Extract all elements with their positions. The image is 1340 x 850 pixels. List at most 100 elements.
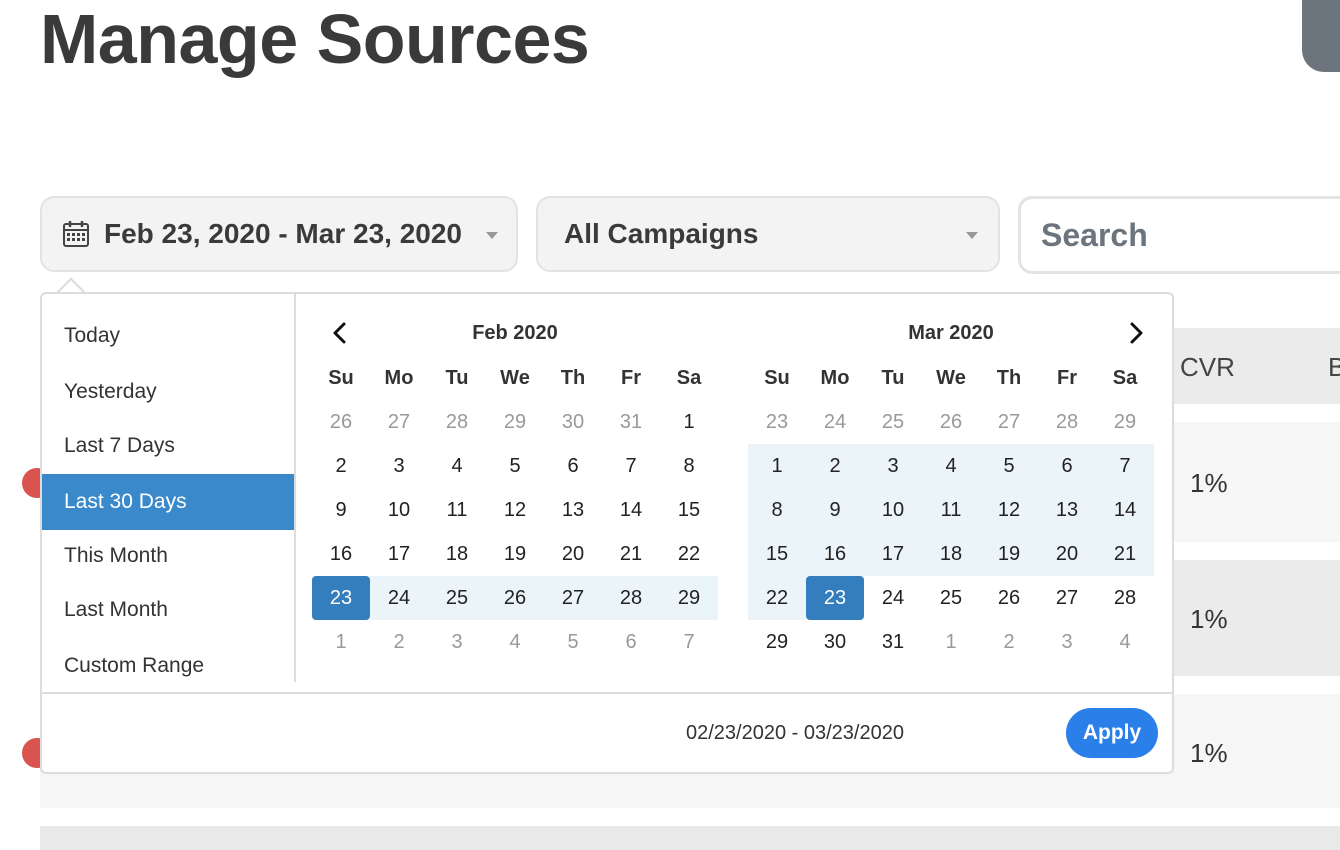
range-yesterday[interactable]: Yesterday	[42, 364, 294, 420]
calendar-day[interactable]: 28	[602, 576, 660, 620]
date-range-dropdown[interactable]: Feb 23, 2020 - Mar 23, 2020	[40, 196, 518, 272]
calendar-day[interactable]: 29	[486, 400, 544, 444]
calendar-day[interactable]: 21	[1096, 532, 1154, 576]
calendar-day[interactable]: 25	[428, 576, 486, 620]
calendar-day[interactable]: 15	[748, 532, 806, 576]
calendar-day[interactable]: 22	[660, 532, 718, 576]
range-last-30-days[interactable]: Last 30 Days	[42, 474, 294, 530]
range-custom-range[interactable]: Custom Range	[42, 638, 294, 694]
calendar-day[interactable]: 24	[806, 400, 864, 444]
calendar-day[interactable]: 12	[980, 488, 1038, 532]
calendar-day[interactable]: 16	[312, 532, 370, 576]
range-last-7-days[interactable]: Last 7 Days	[42, 418, 294, 474]
calendar-day[interactable]: 4	[428, 444, 486, 488]
calendar-day[interactable]: 28	[1096, 576, 1154, 620]
calendar-day[interactable]: 13	[544, 488, 602, 532]
calendar-day[interactable]: 4	[486, 620, 544, 664]
calendar-day[interactable]: 4	[1096, 620, 1154, 664]
calendar-day[interactable]: 20	[544, 532, 602, 576]
calendar-day[interactable]: 26	[486, 576, 544, 620]
calendar-day[interactable]: 23	[748, 400, 806, 444]
calendar-day[interactable]: 1	[312, 620, 370, 664]
calendar-day[interactable]: 3	[1038, 620, 1096, 664]
calendar-day[interactable]: 15	[660, 488, 718, 532]
calendar-day[interactable]: 1	[922, 620, 980, 664]
calendar-day[interactable]: 20	[1038, 532, 1096, 576]
calendar-day[interactable]: 19	[980, 532, 1038, 576]
calendar-day[interactable]: 29	[660, 576, 718, 620]
calendar-day[interactable]: 2	[312, 444, 370, 488]
top-right-action-button[interactable]	[1302, 0, 1340, 72]
calendar-day[interactable]: 24	[864, 576, 922, 620]
calendar-day[interactable]: 17	[864, 532, 922, 576]
calendar-day[interactable]: 7	[602, 444, 660, 488]
calendar-day[interactable]: 6	[602, 620, 660, 664]
calendar-day[interactable]: 26	[980, 576, 1038, 620]
calendar-day[interactable]: 14	[602, 488, 660, 532]
calendar-day[interactable]: 28	[428, 400, 486, 444]
calendar-day[interactable]: 26	[312, 400, 370, 444]
calendar-day[interactable]: 27	[1038, 576, 1096, 620]
calendar-day[interactable]: 8	[660, 444, 718, 488]
calendar-day[interactable]: 3	[428, 620, 486, 664]
calendar-day[interactable]: 9	[806, 488, 864, 532]
calendar-day[interactable]: 1	[748, 444, 806, 488]
calendar-day[interactable]: 17	[370, 532, 428, 576]
range-today[interactable]: Today	[42, 308, 294, 364]
campaign-select[interactable]: All Campaigns	[536, 196, 1000, 272]
calendar-day[interactable]: 10	[370, 488, 428, 532]
calendar-day[interactable]: 18	[922, 532, 980, 576]
calendar-day[interactable]: 14	[1096, 488, 1154, 532]
calendar-day[interactable]: 7	[1096, 444, 1154, 488]
calendar-day[interactable]: 5	[980, 444, 1038, 488]
calendar-day[interactable]: 10	[864, 488, 922, 532]
calendar-day[interactable]: 5	[486, 444, 544, 488]
calendar-day[interactable]: 6	[1038, 444, 1096, 488]
calendar-day[interactable]: 5	[544, 620, 602, 664]
calendar-day[interactable]: 27	[370, 400, 428, 444]
calendar-day[interactable]: 29	[748, 620, 806, 664]
calendar-day[interactable]: 25	[922, 576, 980, 620]
calendar-day[interactable]: 4	[922, 444, 980, 488]
calendar-day[interactable]: 18	[428, 532, 486, 576]
calendar-day[interactable]: 30	[806, 620, 864, 664]
calendar-day[interactable]: 23	[312, 576, 370, 620]
calendar-day[interactable]: 29	[1096, 400, 1154, 444]
calendar-day[interactable]: 26	[922, 400, 980, 444]
range-this-month[interactable]: This Month	[42, 528, 294, 584]
calendar-day[interactable]: 23	[806, 576, 864, 620]
calendar-day[interactable]: 11	[428, 488, 486, 532]
calendar-day[interactable]: 31	[602, 400, 660, 444]
calendar-day[interactable]: 16	[806, 532, 864, 576]
calendar-day[interactable]: 3	[864, 444, 922, 488]
calendar-day[interactable]: 28	[1038, 400, 1096, 444]
apply-button[interactable]: Apply	[1066, 708, 1158, 758]
calendar-day[interactable]: 7	[660, 620, 718, 664]
column-header-cvr[interactable]: CVR	[1180, 352, 1235, 383]
calendar-day[interactable]: 25	[864, 400, 922, 444]
calendar-day[interactable]: 9	[312, 488, 370, 532]
calendar-day[interactable]: 13	[1038, 488, 1096, 532]
chevron-right-icon[interactable]	[1124, 320, 1148, 346]
calendar-day[interactable]: 2	[980, 620, 1038, 664]
range-last-month[interactable]: Last Month	[42, 582, 294, 638]
calendar-day[interactable]: 24	[370, 576, 428, 620]
calendar-day[interactable]: 1	[660, 400, 718, 444]
calendar-day[interactable]: 2	[370, 620, 428, 664]
calendar-day[interactable]: 21	[602, 532, 660, 576]
calendar-day[interactable]: 12	[486, 488, 544, 532]
table-row[interactable]	[40, 826, 1340, 850]
calendar-day[interactable]: 8	[748, 488, 806, 532]
calendar-day[interactable]: 3	[370, 444, 428, 488]
calendar-day[interactable]: 22	[748, 576, 806, 620]
calendar-day[interactable]: 27	[980, 400, 1038, 444]
column-header-b[interactable]: B	[1328, 352, 1340, 383]
calendar-day[interactable]: 2	[806, 444, 864, 488]
calendar-day[interactable]: 31	[864, 620, 922, 664]
search-input[interactable]	[1018, 196, 1340, 274]
calendar-day[interactable]: 30	[544, 400, 602, 444]
calendar-day[interactable]: 19	[486, 532, 544, 576]
calendar-day[interactable]: 27	[544, 576, 602, 620]
calendar-day[interactable]: 11	[922, 488, 980, 532]
calendar-day[interactable]: 6	[544, 444, 602, 488]
